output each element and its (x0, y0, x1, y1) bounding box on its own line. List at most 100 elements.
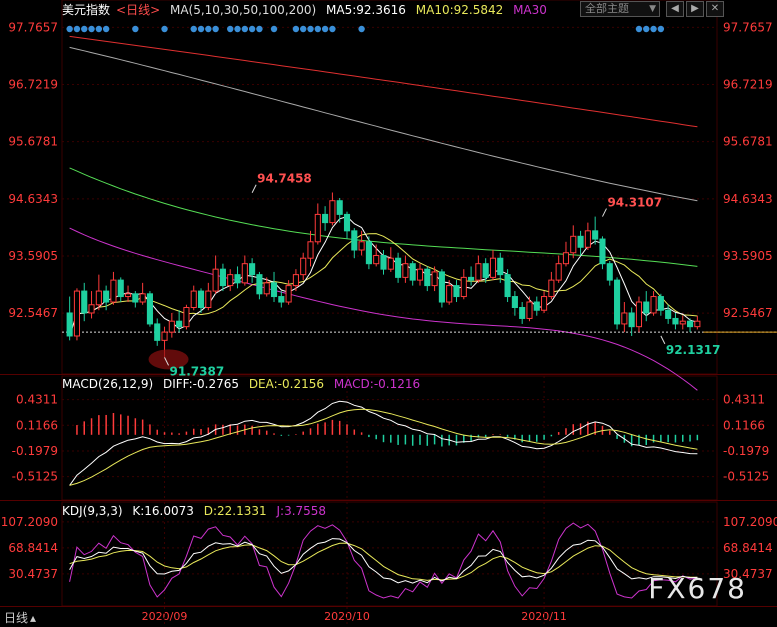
y-tick-label-right: 96.7219 (723, 78, 773, 92)
y-tick-label-right: 0.4311 (723, 393, 765, 407)
y-tick-label-right: 95.6781 (723, 135, 773, 149)
signal-dot (321, 25, 329, 33)
signal-dot (95, 25, 103, 33)
close-icon[interactable]: ✕ (706, 1, 724, 17)
candle-body (300, 257, 307, 276)
y-tick-label-left: 0.1166 (16, 418, 58, 432)
kdj-header: KDJ(9,3,3) K:16.0073 D:22.1331 J:3.7558 (62, 504, 332, 518)
candle-body (482, 263, 489, 278)
theme-label: 全部主题 (585, 2, 629, 15)
candle-body (124, 293, 132, 298)
y-tick-label-left: 94.6343 (8, 192, 58, 206)
candle-body (599, 238, 606, 265)
candle-body (657, 296, 664, 311)
next-icon[interactable]: ▶ (686, 1, 704, 17)
candle-body (343, 213, 351, 232)
signal-dot (270, 25, 278, 33)
candle-body (146, 293, 153, 325)
signal-dot (132, 25, 139, 33)
y-tick-label-left: 96.7219 (8, 78, 58, 92)
signal-dot (81, 25, 88, 33)
candle-body (694, 320, 701, 328)
ma5-value: MA5:92.3616 (326, 3, 406, 17)
candle-body (329, 200, 336, 224)
signal-dot (358, 25, 365, 33)
y-tick-label-left: -0.5125 (12, 470, 58, 484)
y-tick-label-right: 0.1166 (723, 418, 765, 432)
annotation-pointer (602, 208, 607, 217)
signal-dot (88, 25, 95, 33)
dropdown-arrow-icon: ▴ (30, 611, 37, 625)
candle-body (511, 296, 518, 308)
period-label[interactable]: <日线> (116, 3, 160, 17)
y-tick-label-right: 92.5467 (723, 306, 773, 320)
x-tick-label: 2020/09 (142, 610, 188, 623)
candle-body (132, 293, 139, 303)
main-header: 美元指数 <日线> MA(5,10,30,50,100,200) MA5:92.3… (62, 1, 553, 18)
candle-body (95, 290, 102, 306)
signal-dot (256, 25, 263, 33)
candle-body (358, 241, 365, 251)
signal-dot (248, 25, 256, 33)
y-tick-label-left: 0.4311 (16, 393, 58, 407)
candle-body (205, 290, 212, 309)
candle-body (263, 282, 270, 295)
signal-dot (73, 25, 81, 33)
candle-body (234, 274, 241, 284)
signal-dot (197, 25, 205, 33)
annotation-pointer (660, 335, 666, 345)
candle-body (424, 268, 431, 287)
y-tick-label-right: -0.1979 (723, 444, 769, 458)
ma10-value: MA10:92.5842 (415, 3, 504, 17)
price-annotation: 92.1317 (666, 343, 721, 357)
candle-body (395, 257, 402, 278)
y-tick-label-left: 30.4737 (8, 567, 58, 581)
candle-body (402, 263, 409, 278)
ma30-value: MA30 (513, 3, 547, 17)
signal-dot (300, 25, 307, 33)
prev-icon[interactable]: ◀ (666, 1, 684, 17)
candle-body (103, 290, 110, 303)
x-tick-label: 2020/11 (521, 610, 567, 623)
k-value: K:16.0073 (132, 504, 194, 518)
chart-canvas[interactable]: 97.7657 97.7657 96.7219 96.7219 95.6781 95.67… (0, 0, 777, 627)
candle-body (614, 279, 621, 325)
y-tick-label-right: 94.6343 (723, 192, 773, 206)
candle-body (416, 268, 424, 281)
candle-body (679, 320, 686, 325)
candle-body (555, 263, 562, 281)
y-tick-label-right: 68.8414 (723, 541, 773, 555)
bottom-period-label: 日线 (4, 611, 29, 625)
bottom-period-selector[interactable]: 日线 ▴ (4, 609, 36, 626)
signal-dot (66, 25, 73, 33)
candle-body (139, 293, 146, 303)
candle-body (227, 274, 234, 287)
candle-body (562, 252, 570, 265)
macd-params: MACD(26,12,9) (62, 377, 154, 391)
y-tick-label-right: 107.2090 (723, 515, 777, 529)
y-tick-label-left: 93.5905 (8, 249, 58, 263)
candle-body (635, 301, 643, 328)
candle-body (380, 254, 387, 270)
candle-body (365, 241, 372, 265)
candle-body (270, 282, 278, 298)
dropdown-arrow-icon: ▼ (649, 4, 656, 14)
candle-body (278, 296, 285, 303)
candle-body (672, 317, 679, 325)
ma100-line (69, 46, 698, 202)
signal-dot (227, 25, 234, 33)
instrument-name: 美元指数 (62, 3, 111, 17)
d-value: D:22.1331 (203, 504, 267, 518)
candle-body (73, 290, 81, 337)
candle-body (88, 304, 95, 314)
candle-body (161, 331, 168, 341)
j-line (69, 522, 698, 599)
signal-dot (635, 25, 643, 33)
candle-body (548, 279, 555, 298)
candle-body (322, 213, 329, 224)
candle-body (197, 290, 205, 309)
theme-dropdown[interactable]: 全部主题 ▼ (580, 1, 660, 17)
candle-body (409, 263, 416, 281)
y-tick-label-left: 68.8414 (8, 541, 58, 555)
price-annotation: 94.7458 (257, 172, 312, 186)
